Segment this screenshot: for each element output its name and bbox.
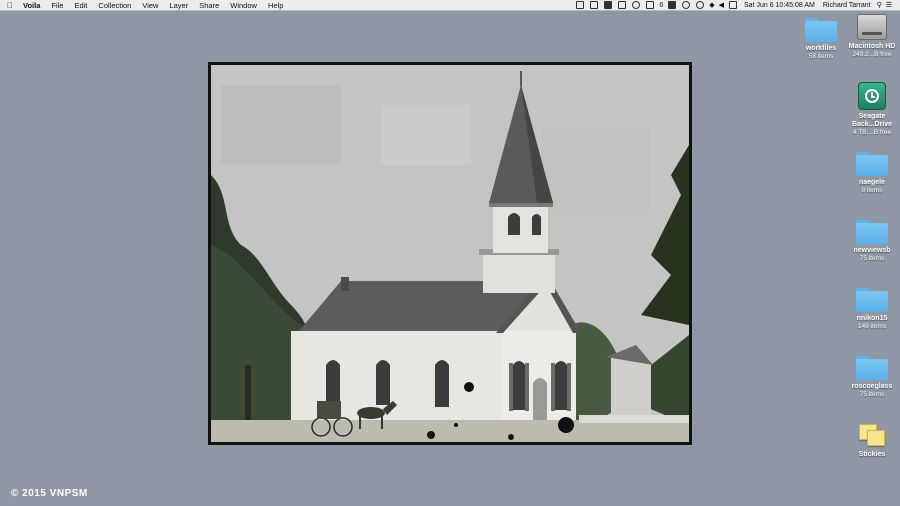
desktop-item-info: 58 items	[808, 53, 834, 60]
copyright-watermark: © 2015 VNPSM	[11, 488, 88, 499]
clock-icon[interactable]	[682, 1, 691, 9]
desktop-item-info: 149 items	[857, 323, 887, 330]
desktop-item-label: workfiles	[805, 45, 837, 52]
sync-icon[interactable]	[632, 1, 641, 9]
folder-icon	[805, 18, 837, 42]
wifi-icon[interactable]: ◆	[709, 0, 714, 11]
font-icon[interactable]	[618, 1, 627, 9]
desktop-item-info: 4 TB,...B free	[852, 129, 892, 136]
menu-layer[interactable]: Layer	[164, 0, 194, 11]
folder-icon	[856, 152, 888, 176]
desktop-disk-macintosh-hd[interactable]: Macintosh HD 249.2...B free	[837, 14, 900, 59]
folder-icon	[856, 288, 888, 312]
folder-icon	[856, 220, 888, 244]
menu-collection[interactable]: Collection	[93, 0, 137, 11]
desktop-item-label: newviewsb	[853, 247, 891, 254]
crop-icon[interactable]	[590, 1, 599, 9]
menu-bar:  Voila File Edit Collection View Layer …	[0, 0, 900, 11]
apple-icon[interactable]: 	[0, 1, 20, 10]
screenshot-icon[interactable]	[576, 1, 585, 9]
desktop-item-label: roscoeglass	[851, 383, 893, 390]
menu-view[interactable]: View	[137, 0, 164, 11]
stickies-icon	[857, 422, 887, 448]
menu-file[interactable]: File	[46, 0, 69, 11]
desktop-item-label: Macintosh HD	[848, 43, 896, 50]
battery-count: 6	[659, 1, 664, 9]
time-machine-drive-icon	[858, 82, 886, 110]
time-machine-icon[interactable]	[696, 1, 705, 9]
desktop-item-info: 249.2...B free	[852, 51, 892, 58]
menu-app-name[interactable]: Voila	[20, 0, 46, 11]
user-name[interactable]: Richard Tarrant	[823, 2, 871, 9]
desktop-item-info: 75 items	[859, 391, 885, 398]
desktop-folder-roscoeglass[interactable]: roscoeglass 75 items	[837, 356, 900, 399]
desktop-disk-seagate[interactable]: Seagate Back...Drive 4 TB,...B free	[837, 82, 900, 137]
status-area: 6 ◆ ◀ Sat Jun 6 10:45:08 AM Richard Tarr…	[573, 0, 900, 11]
desktop-item-label: Stickies	[858, 451, 886, 458]
menu-window[interactable]: Window	[225, 0, 263, 11]
desktop-item-label: Seagate Back...Drive	[851, 113, 893, 128]
menu-edit[interactable]: Edit	[69, 0, 93, 11]
desktop-item-info: 8 items	[861, 187, 883, 194]
desktop-app-stickies[interactable]: Stickies	[837, 422, 900, 459]
desktop-folder-nnikon15[interactable]: nnikon15 149 items	[837, 288, 900, 331]
menubar-clock[interactable]: Sat Jun 6 10:45:08 AM	[744, 2, 815, 9]
volume-icon[interactable]: ◀	[719, 0, 724, 11]
spotlight-icon[interactable]: ⚲	[877, 0, 882, 11]
desktop-folder-newviewsb[interactable]: newviewsb 75 items	[837, 220, 900, 263]
desktop-item-label: naegele	[858, 179, 886, 186]
battery-icon[interactable]	[729, 1, 738, 9]
desktop-item-label: nnikon15	[856, 315, 888, 322]
hard-drive-icon	[857, 14, 887, 40]
app-status-icon[interactable]	[668, 1, 677, 9]
menu-help[interactable]: Help	[262, 0, 288, 11]
menu-share[interactable]: Share	[194, 0, 225, 11]
folder-icon	[856, 356, 888, 380]
desktop-folder-naegele[interactable]: naegele 8 items	[837, 152, 900, 195]
church-photograph[interactable]	[211, 65, 689, 442]
dropbox-icon[interactable]	[646, 1, 655, 9]
desktop-item-info: 75 items	[859, 255, 885, 262]
church-photo-image	[211, 65, 689, 442]
adobe-icon[interactable]	[604, 1, 613, 9]
notification-center-icon[interactable]: ☰	[886, 0, 892, 11]
photo-window[interactable]	[208, 62, 692, 445]
